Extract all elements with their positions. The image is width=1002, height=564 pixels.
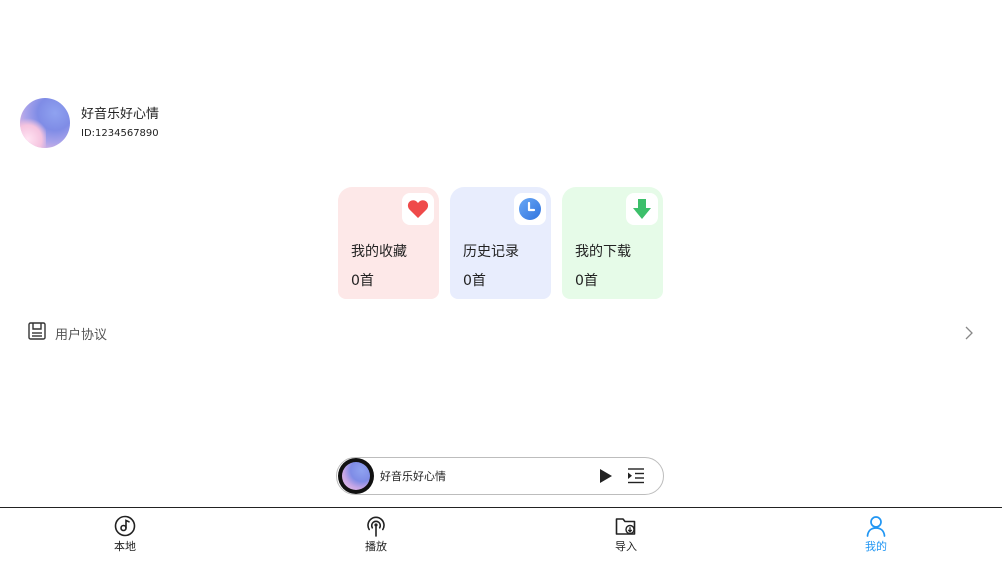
tab-import[interactable]: 导入	[596, 515, 656, 554]
downloads-count: 0首	[575, 273, 598, 289]
music-note-disc-icon	[114, 515, 136, 537]
heart-icon	[402, 193, 434, 225]
profile-text: 好音乐好心情 ID:1234567890	[81, 106, 159, 140]
playlist-button[interactable]	[625, 465, 647, 487]
favorites-title: 我的收藏	[351, 244, 407, 260]
favorites-card[interactable]: 我的收藏 0首	[338, 187, 439, 299]
username: 好音乐好心情	[81, 107, 160, 122]
user-profile[interactable]: 好音乐好心情 ID:1234567890	[20, 98, 159, 148]
user-agreement-row[interactable]: 用户协议	[28, 322, 978, 344]
user-agreement-label: 用户协议	[55, 327, 108, 343]
play-button[interactable]	[595, 465, 617, 487]
mini-player[interactable]: 好音乐好心情	[336, 457, 664, 495]
folder-import-icon	[615, 518, 636, 535]
tab-mine[interactable]: 我的	[846, 515, 906, 554]
document-icon	[28, 322, 46, 344]
clock-icon	[514, 193, 546, 225]
downloads-title: 我的下载	[575, 244, 631, 260]
download-arrow-icon	[626, 193, 658, 225]
tab-import-label: 导入	[615, 540, 637, 553]
favorites-count: 0首	[351, 273, 374, 289]
bottom-tab-bar: 本地 播放 导入 我的	[0, 507, 1002, 564]
avatar[interactable]	[20, 98, 70, 148]
history-title: 历史记录	[463, 244, 519, 260]
user-id: ID:1234567890	[81, 128, 159, 139]
tab-local-label: 本地	[114, 540, 136, 553]
history-count: 0首	[463, 273, 486, 289]
tab-play[interactable]: 播放	[346, 515, 406, 554]
downloads-card[interactable]: 我的下载 0首	[562, 187, 663, 299]
user-icon	[866, 516, 886, 537]
chevron-right-icon	[964, 325, 974, 345]
tab-mine-label: 我的	[865, 540, 887, 553]
tab-play-label: 播放	[365, 540, 387, 553]
album-cover[interactable]	[338, 458, 374, 494]
now-playing-title: 好音乐好心情	[380, 470, 446, 483]
tab-local[interactable]: 本地	[95, 515, 155, 554]
playlist-icon	[628, 468, 644, 484]
play-icon	[600, 469, 612, 483]
history-card[interactable]: 历史记录 0首	[450, 187, 551, 299]
broadcast-icon	[367, 516, 385, 537]
